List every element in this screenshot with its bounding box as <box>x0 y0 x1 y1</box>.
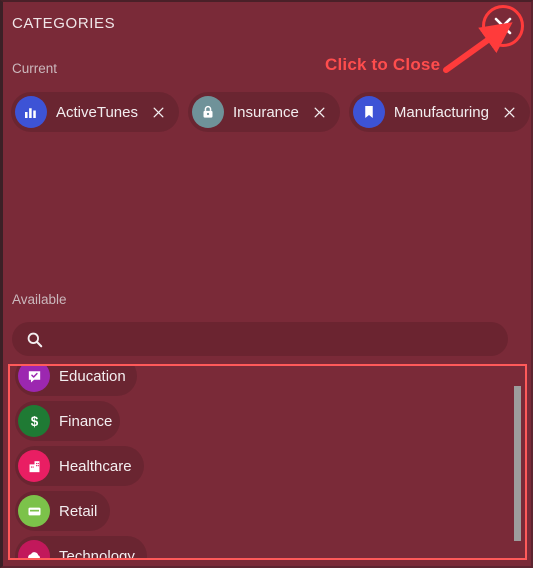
list-item-label: Technology <box>59 547 135 560</box>
current-chips-row: ActiveTunes Insurance Manufacturing <box>11 92 530 132</box>
list-item-education[interactable]: Education <box>15 366 137 396</box>
available-section-label: Available <box>12 292 67 307</box>
current-section-label: Current <box>12 61 58 76</box>
chat-check-icon <box>18 366 50 392</box>
close-icon <box>494 17 512 35</box>
chip-label: Insurance <box>232 103 299 121</box>
dollar-icon: $ <box>18 405 50 437</box>
list-item-finance[interactable]: $ Finance <box>15 401 120 441</box>
svg-text:$: $ <box>30 414 38 429</box>
chip-activetunes[interactable]: ActiveTunes <box>11 92 179 132</box>
page-title: CATEGORIES <box>12 15 116 32</box>
remove-icon <box>154 107 164 117</box>
chip-remove-button[interactable] <box>148 101 170 123</box>
chip-insurance[interactable]: Insurance <box>187 92 340 132</box>
list-item-label: Finance <box>59 412 113 430</box>
remove-icon <box>314 107 325 117</box>
search-icon <box>25 330 44 349</box>
categories-panel: CATEGORIES Current ActiveTunes Insurance… <box>0 0 533 568</box>
list-item-label: Education <box>59 367 126 385</box>
list-item-label: Healthcare <box>59 457 132 475</box>
chip-manufacturing[interactable]: Manufacturing <box>348 92 530 132</box>
bar-chart-icon <box>15 96 47 128</box>
chip-label: Manufacturing <box>393 103 489 121</box>
available-list: Education $ Finance Healthcare Retail Te… <box>10 366 525 560</box>
search-box[interactable] <box>12 322 508 356</box>
cloud-icon <box>18 540 50 558</box>
list-item-technology[interactable]: Technology <box>15 536 147 560</box>
list-scrollbar[interactable] <box>513 366 522 558</box>
hospital-icon <box>18 450 50 482</box>
lock-icon <box>191 96 224 128</box>
list-item-retail[interactable]: Retail <box>15 491 110 531</box>
annotation-label: Click to Close <box>325 55 441 74</box>
list-item-label: Retail <box>59 502 98 520</box>
close-button[interactable] <box>486 9 520 43</box>
book-icon <box>352 96 385 128</box>
chip-label: ActiveTunes <box>56 103 138 121</box>
chip-remove-button[interactable] <box>309 101 331 123</box>
chip-remove-button[interactable] <box>499 101 521 123</box>
remove-icon <box>504 107 515 117</box>
scrollbar-thumb[interactable] <box>514 386 521 541</box>
card-icon <box>18 495 50 527</box>
available-list-highlight: Education $ Finance Healthcare Retail Te… <box>8 364 527 560</box>
list-item-healthcare[interactable]: Healthcare <box>15 446 144 486</box>
search-input[interactable] <box>44 322 508 356</box>
